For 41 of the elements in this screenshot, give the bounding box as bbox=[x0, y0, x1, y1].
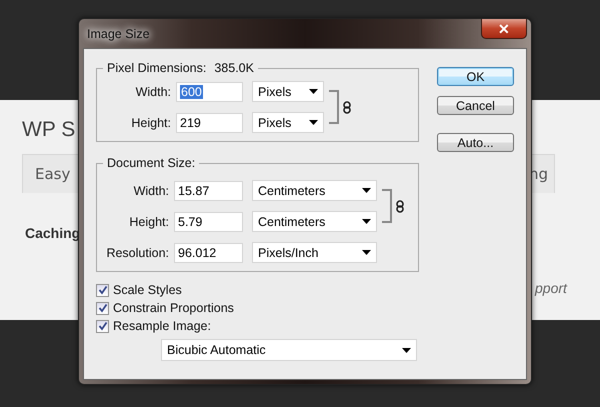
unit-dropdown[interactable]: Pixels bbox=[252, 81, 324, 102]
caret-icon bbox=[362, 188, 371, 193]
section-label: Caching bbox=[25, 225, 80, 241]
input-field[interactable]: 96.012 bbox=[174, 242, 243, 262]
dialog-button[interactable]: OK bbox=[437, 67, 514, 86]
group-title: Pixel Dimensions: bbox=[107, 61, 206, 75]
caret-icon bbox=[362, 250, 371, 255]
caret-icon bbox=[309, 89, 318, 94]
dialog-button[interactable]: Cancel bbox=[437, 96, 514, 115]
window-title: Image Size bbox=[87, 27, 150, 41]
input-field[interactable]: 219 bbox=[176, 112, 243, 132]
chain-link-icon[interactable] bbox=[396, 200, 404, 212]
dialog-button[interactable]: Auto... bbox=[437, 133, 514, 152]
page-link[interactable]: pport bbox=[535, 280, 567, 296]
checkbox[interactable] bbox=[96, 320, 109, 332]
checkbox-label: Scale Styles bbox=[113, 283, 182, 297]
input-field[interactable]: 600 bbox=[176, 82, 243, 102]
field-label: Resolution: bbox=[105, 246, 169, 260]
checkbox-label: Constrain Proportions bbox=[113, 301, 234, 315]
pixel-size: 385.0K bbox=[214, 61, 254, 75]
checkbox-label: Resample Image: bbox=[113, 319, 211, 333]
checkbox[interactable] bbox=[96, 302, 109, 314]
field-label: Height: bbox=[128, 214, 169, 228]
checkbox[interactable] bbox=[96, 284, 109, 296]
unit-dropdown[interactable]: Centimeters bbox=[252, 211, 377, 232]
unit-dropdown[interactable]: Pixels/Inch bbox=[252, 242, 377, 263]
input-field[interactable]: 15.87 bbox=[174, 180, 243, 200]
close-button[interactable]: ✕ bbox=[481, 19, 527, 39]
unit-dropdown[interactable]: Centimeters bbox=[252, 180, 377, 201]
unit-dropdown[interactable]: Pixels bbox=[252, 112, 324, 133]
caret-icon bbox=[402, 348, 411, 352]
page-heading: WP S bbox=[22, 118, 76, 142]
field-label: Width: bbox=[134, 84, 171, 98]
resample-dropdown[interactable]: Bicubic Automatic bbox=[161, 339, 417, 361]
field-label: Height: bbox=[130, 116, 171, 130]
chain-link-icon[interactable] bbox=[343, 100, 351, 114]
input-field[interactable]: 5.79 bbox=[174, 212, 243, 232]
field-label: Width: bbox=[132, 184, 169, 198]
caret-icon bbox=[309, 120, 318, 125]
group-title: Document Size: bbox=[107, 156, 196, 170]
caret-icon bbox=[362, 219, 371, 224]
